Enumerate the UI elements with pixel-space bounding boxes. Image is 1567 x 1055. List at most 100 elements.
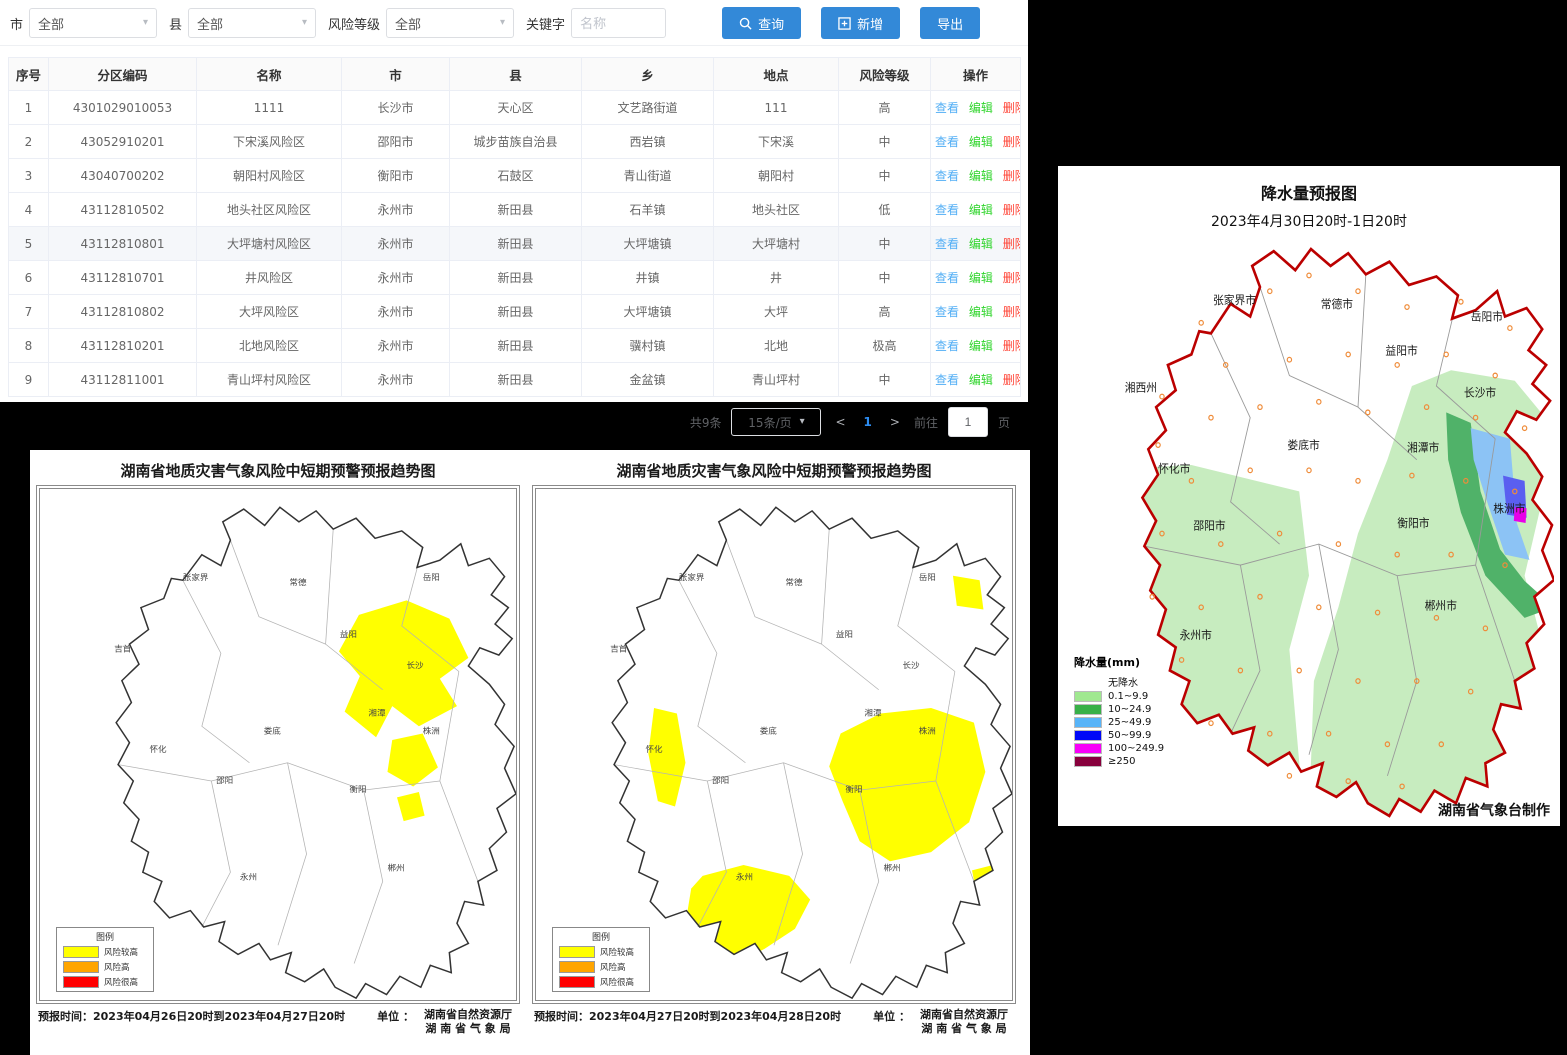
cell-code: 43112810201 bbox=[49, 329, 197, 363]
county-select[interactable]: 全部 ▾ bbox=[188, 8, 316, 38]
cell-town: 大坪塘镇 bbox=[582, 227, 714, 261]
city-label: 吉首 bbox=[114, 644, 131, 654]
view-link[interactable]: 查看 bbox=[935, 237, 959, 251]
station-marker-icon bbox=[1287, 774, 1291, 779]
table-row: 6 43112810701 井风险区 永州市 新田县 井镇 井 中 查看 编辑 … bbox=[9, 261, 1021, 295]
view-link[interactable]: 查看 bbox=[935, 305, 959, 319]
cell-county: 新田县 bbox=[450, 261, 582, 295]
keyword-input[interactable] bbox=[571, 8, 666, 38]
legend-label: 50~99.9 bbox=[1108, 730, 1151, 741]
table-body: 1 4301029010053 1111 长沙市 天心区 文艺路街道 111 高… bbox=[9, 91, 1021, 397]
unit-line1: 湖南省自然资源厅 bbox=[920, 1008, 1008, 1021]
search-button-label: 查询 bbox=[758, 14, 784, 33]
cell-place: 大坪 bbox=[714, 295, 839, 329]
precipitation-panel: 降水量预报图 2023年4月30日20时-1日20时 湘西州张家界市常德市岳阳市… bbox=[1058, 166, 1560, 826]
cell-city: 长沙市 bbox=[342, 91, 450, 125]
city-select-value: 全部 bbox=[38, 14, 64, 33]
current-page[interactable]: 1 bbox=[860, 415, 876, 429]
cell-code: 43052910201 bbox=[49, 125, 197, 159]
edit-link[interactable]: 编辑 bbox=[969, 271, 993, 285]
city-label: 株洲市 bbox=[1493, 501, 1525, 515]
col-header: 分区编码 bbox=[49, 58, 197, 91]
legend-swatch-yellow bbox=[559, 946, 595, 958]
city-select[interactable]: 全部 ▾ bbox=[29, 8, 157, 38]
edit-link[interactable]: 编辑 bbox=[969, 203, 993, 217]
forecast-time: 预报时间：2023年04月26日20时到2023年04月27日20时 bbox=[38, 1008, 345, 1024]
cell-name: 朝阳村风险区 bbox=[197, 159, 342, 193]
city-label: 湘潭 bbox=[864, 707, 881, 717]
delete-link[interactable]: 删除 bbox=[1003, 135, 1021, 149]
forecast-time: 预报时间：2023年04月27日20时到2023年04月28日20时 bbox=[534, 1008, 841, 1024]
edit-link[interactable]: 编辑 bbox=[969, 339, 993, 353]
cell-city: 永州市 bbox=[342, 295, 450, 329]
view-link[interactable]: 查看 bbox=[935, 271, 959, 285]
cell-actions: 查看 编辑 删除 bbox=[931, 159, 1021, 193]
cell-county: 石鼓区 bbox=[450, 159, 582, 193]
delete-link[interactable]: 删除 bbox=[1003, 237, 1021, 251]
cell-actions: 查看 编辑 删除 bbox=[931, 193, 1021, 227]
delete-link[interactable]: 删除 bbox=[1003, 101, 1021, 115]
legend-label: 25~49.9 bbox=[1108, 717, 1151, 728]
cell-town: 文艺路街道 bbox=[582, 91, 714, 125]
cell-actions: 查看 编辑 删除 bbox=[931, 227, 1021, 261]
legend-label: 0.1~9.9 bbox=[1108, 691, 1148, 702]
next-page-button[interactable]: > bbox=[886, 415, 904, 429]
cell-actions: 查看 编辑 删除 bbox=[931, 125, 1021, 159]
cell-town: 石羊镇 bbox=[582, 193, 714, 227]
cell-name: 大坪塘村风险区 bbox=[197, 227, 342, 261]
search-button[interactable]: 查询 bbox=[722, 7, 801, 39]
risk-level-select[interactable]: 全部 ▾ bbox=[386, 8, 514, 38]
view-link[interactable]: 查看 bbox=[935, 339, 959, 353]
city-label: 怀化市 bbox=[1158, 461, 1190, 475]
legend-label: 风险较高 bbox=[104, 946, 138, 958]
legend-swatch-red bbox=[559, 976, 595, 988]
cell-place: 青山坪村 bbox=[714, 363, 839, 397]
view-link[interactable]: 查看 bbox=[935, 169, 959, 183]
cell-name: 北地风险区 bbox=[197, 329, 342, 363]
export-button[interactable]: 导出 bbox=[920, 7, 980, 39]
legend-swatch-yellow bbox=[63, 946, 99, 958]
cell-no: 7 bbox=[9, 295, 49, 329]
delete-link[interactable]: 删除 bbox=[1003, 339, 1021, 353]
edit-link[interactable]: 编辑 bbox=[969, 373, 993, 387]
unit-line1: 湖南省自然资源厅 bbox=[424, 1008, 512, 1021]
city-label: 湘潭市 bbox=[1407, 440, 1439, 454]
edit-link[interactable]: 编辑 bbox=[969, 135, 993, 149]
add-button[interactable]: 新增 bbox=[821, 7, 900, 39]
cell-no: 3 bbox=[9, 159, 49, 193]
goto-page-input[interactable] bbox=[948, 407, 988, 437]
view-link[interactable]: 查看 bbox=[935, 373, 959, 387]
view-link[interactable]: 查看 bbox=[935, 101, 959, 115]
legend-label: 10~24.9 bbox=[1108, 704, 1151, 715]
delete-link[interactable]: 删除 bbox=[1003, 203, 1021, 217]
edit-link[interactable]: 编辑 bbox=[969, 169, 993, 183]
delete-link[interactable]: 删除 bbox=[1003, 271, 1021, 285]
cell-place: 大坪塘村 bbox=[714, 227, 839, 261]
cell-name: 大坪风险区 bbox=[197, 295, 342, 329]
edit-link[interactable]: 编辑 bbox=[969, 305, 993, 319]
city-filter-label: 市 bbox=[10, 14, 23, 33]
view-link[interactable]: 查看 bbox=[935, 135, 959, 149]
cell-county: 新田县 bbox=[450, 227, 582, 261]
city-label: 张家界市 bbox=[1213, 292, 1256, 306]
view-link[interactable]: 查看 bbox=[935, 203, 959, 217]
legend-title: 图例 bbox=[57, 930, 153, 943]
delete-link[interactable]: 删除 bbox=[1003, 305, 1021, 319]
risk-trend-map-1: 湖南省地质灾害气象风险中短期预警预报趋势图 bbox=[36, 458, 520, 1055]
risk-select-value: 全部 bbox=[395, 14, 421, 33]
city-label: 郴州 bbox=[387, 863, 404, 873]
city-label: 张家界 bbox=[183, 572, 209, 582]
edit-link[interactable]: 编辑 bbox=[969, 237, 993, 251]
city-label: 张家界 bbox=[679, 572, 705, 582]
edit-link[interactable]: 编辑 bbox=[969, 101, 993, 115]
cell-city: 永州市 bbox=[342, 193, 450, 227]
delete-link[interactable]: 删除 bbox=[1003, 169, 1021, 183]
delete-link[interactable]: 删除 bbox=[1003, 373, 1021, 387]
keyword-filter-label: 关键字 bbox=[526, 14, 565, 33]
page-size-select[interactable]: 15条/页 ▾ bbox=[731, 408, 821, 436]
page-size-value: 15条/页 bbox=[748, 414, 791, 431]
prev-page-button[interactable]: < bbox=[831, 415, 849, 429]
city-label: 衡阳 bbox=[845, 784, 862, 794]
city-label: 娄底市 bbox=[1287, 438, 1319, 452]
col-header: 名称 bbox=[197, 58, 342, 91]
